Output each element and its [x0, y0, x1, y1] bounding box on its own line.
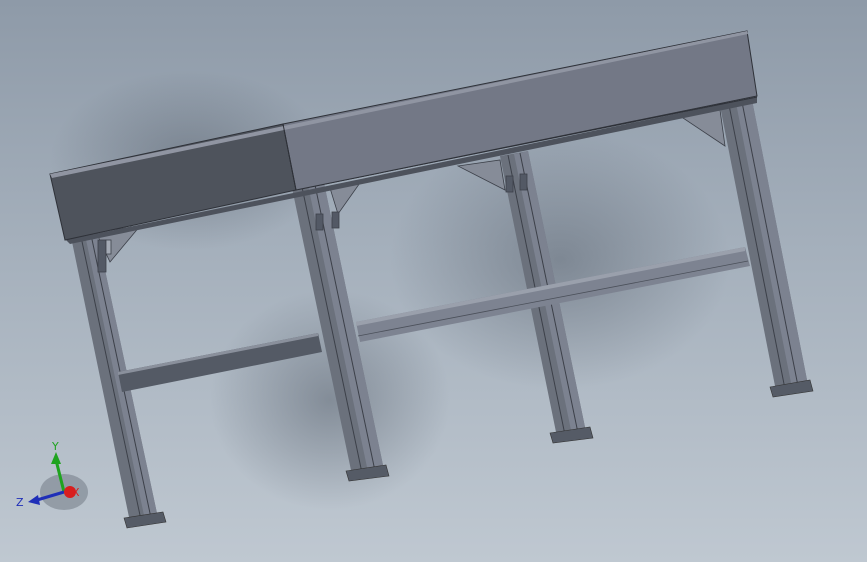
- z-axis-arrow: [28, 495, 40, 505]
- graphics-viewport[interactable]: Y Z X: [0, 0, 867, 562]
- steel-frame-model[interactable]: [0, 0, 867, 562]
- axis-triad: Y Z X: [16, 440, 88, 510]
- y-axis-arrow: [51, 452, 61, 464]
- y-axis-label: Y: [51, 440, 59, 453]
- leg-4[interactable]: [720, 100, 814, 398]
- x-axis-label: X: [72, 486, 80, 499]
- z-axis-label: Z: [16, 496, 24, 509]
